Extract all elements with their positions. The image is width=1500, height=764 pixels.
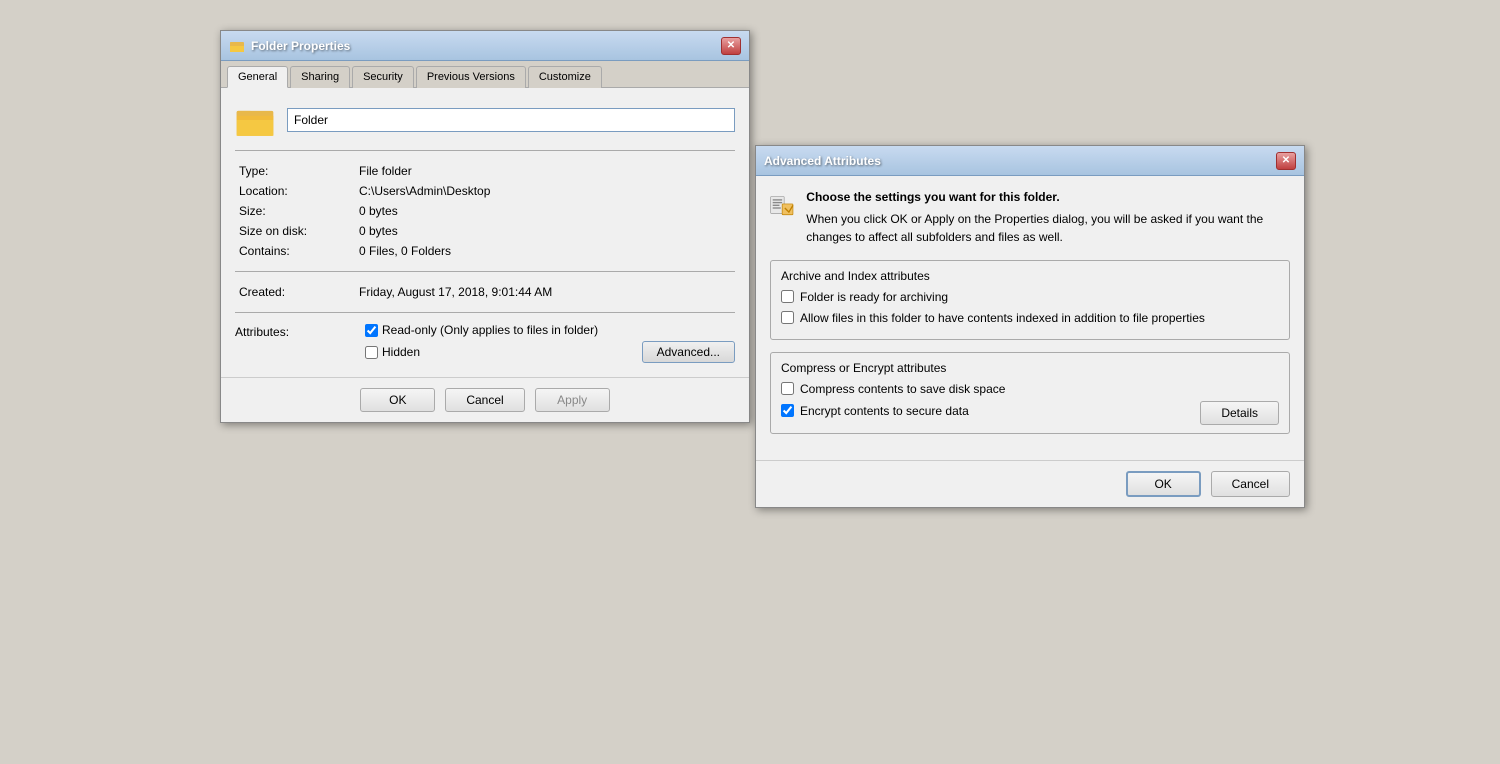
adv-attrs-titlebar: Advanced Attributes ✕ — [756, 146, 1304, 176]
encrypt-details-row: Encrypt contents to secure data Details — [781, 401, 1279, 425]
archiving-checkbox[interactable] — [781, 290, 794, 303]
hidden-advanced-row: Hidden Advanced... — [365, 341, 735, 363]
tab-security[interactable]: Security — [352, 66, 414, 88]
archive-index-section: Archive and Index attributes Folder is r… — [770, 260, 1290, 340]
prop-label-type: Type: — [235, 161, 355, 181]
prop-value-location: C:\Users\Admin\Desktop — [355, 181, 735, 201]
adv-attrs-title: Advanced Attributes — [764, 154, 881, 168]
table-row: Type: File folder — [235, 161, 735, 181]
prop-label-contains: Contains: — [235, 241, 355, 261]
adv-ok-button[interactable]: OK — [1126, 471, 1201, 497]
readonly-row: Read-only (Only applies to files in fold… — [365, 323, 735, 337]
archiving-row: Folder is ready for archiving — [781, 289, 1279, 306]
tab-sharing[interactable]: Sharing — [290, 66, 350, 88]
tab-customize[interactable]: Customize — [528, 66, 602, 88]
tab-bar: General Sharing Security Previous Versio… — [221, 61, 749, 88]
titlebar-left: Folder Properties — [229, 38, 350, 54]
adv-cancel-button[interactable]: Cancel — [1211, 471, 1290, 497]
created-table: Created: Friday, August 17, 2018, 9:01:4… — [235, 282, 735, 302]
folder-props-titlebar: Folder Properties ✕ — [221, 31, 749, 61]
ok-button[interactable]: OK — [360, 388, 435, 412]
adv-attrs-content: Choose the settings you want for this fo… — [756, 176, 1304, 460]
encrypt-label: Encrypt contents to secure data — [800, 403, 969, 420]
table-row: Location: C:\Users\Admin\Desktop — [235, 181, 735, 201]
compress-row: Compress contents to save disk space — [781, 381, 1279, 398]
compress-encrypt-section: Compress or Encrypt attributes Compress … — [770, 352, 1290, 435]
indexing-checkbox[interactable] — [781, 311, 794, 324]
table-row: Size on disk: 0 bytes — [235, 221, 735, 241]
prop-value-sizeondisk: 0 bytes — [355, 221, 735, 241]
indexing-label: Allow files in this folder to have conte… — [800, 310, 1205, 327]
prop-value-contains: 0 Files, 0 Folders — [355, 241, 735, 261]
advanced-attributes-window: Advanced Attributes ✕ Choose the setting… — [755, 145, 1305, 508]
attributes-label: Attributes: — [235, 323, 355, 339]
folder-icon-large — [235, 102, 275, 138]
attributes-controls: Read-only (Only applies to files in fold… — [365, 323, 735, 363]
indexing-row: Allow files in this folder to have conte… — [781, 310, 1279, 327]
adv-description: Choose the settings you want for this fo… — [806, 190, 1290, 246]
readonly-label[interactable]: Read-only (Only applies to files in fold… — [365, 323, 735, 337]
compress-label: Compress contents to save disk space — [800, 381, 1005, 398]
prop-label-sizeondisk: Size on disk: — [235, 221, 355, 241]
readonly-checkbox[interactable] — [365, 324, 378, 337]
folder-props-bottom-buttons: OK Cancel Apply — [221, 377, 749, 422]
divider-3 — [235, 312, 735, 313]
prop-label-location: Location: — [235, 181, 355, 201]
folder-props-close-btn[interactable]: ✕ — [721, 37, 741, 55]
adv-attrs-close-btn[interactable]: ✕ — [1276, 152, 1296, 170]
table-row: Contains: 0 Files, 0 Folders — [235, 241, 735, 261]
adv-desc-body: When you click OK or Apply on the Proper… — [806, 210, 1290, 246]
adv-bottom-buttons: OK Cancel — [756, 460, 1304, 507]
attributes-icon — [770, 190, 794, 226]
hidden-checkbox[interactable] — [365, 346, 378, 359]
folder-properties-window: Folder Properties ✕ General Sharing Secu… — [220, 30, 750, 423]
divider-1 — [235, 150, 735, 151]
adv-desc-title: Choose the settings you want for this fo… — [806, 190, 1290, 204]
folder-name-input[interactable] — [287, 108, 735, 132]
hidden-label[interactable]: Hidden — [365, 345, 420, 359]
properties-table: Type: File folder Location: C:\Users\Adm… — [235, 161, 735, 261]
details-button[interactable]: Details — [1200, 401, 1279, 425]
tab-previous-versions[interactable]: Previous Versions — [416, 66, 526, 88]
prop-value-size: 0 bytes — [355, 201, 735, 221]
prop-label-size: Size: — [235, 201, 355, 221]
readonly-text: Read-only (Only applies to files in fold… — [382, 323, 598, 337]
advanced-button[interactable]: Advanced... — [642, 341, 735, 363]
adv-header: Choose the settings you want for this fo… — [770, 190, 1290, 246]
compress-checkbox[interactable] — [781, 382, 794, 395]
table-row: Created: Friday, August 17, 2018, 9:01:4… — [235, 282, 735, 302]
titlebar-folder-icon — [229, 38, 245, 54]
encrypt-row: Encrypt contents to secure data — [781, 403, 1190, 420]
divider-2 — [235, 271, 735, 272]
apply-button[interactable]: Apply — [535, 388, 610, 412]
encrypt-checkbox[interactable] — [781, 404, 794, 417]
folder-props-title: Folder Properties — [251, 39, 350, 53]
archive-index-title: Archive and Index attributes — [781, 269, 1279, 283]
adv-titlebar-left: Advanced Attributes — [764, 154, 881, 168]
tab-general[interactable]: General — [227, 66, 288, 88]
folder-header — [235, 102, 735, 138]
hidden-text: Hidden — [382, 345, 420, 359]
prop-value-created: Friday, August 17, 2018, 9:01:44 AM — [355, 282, 735, 302]
prop-value-type: File folder — [355, 161, 735, 181]
archiving-label: Folder is ready for archiving — [800, 289, 948, 306]
compress-encrypt-title: Compress or Encrypt attributes — [781, 361, 1279, 375]
table-row: Size: 0 bytes — [235, 201, 735, 221]
cancel-button[interactable]: Cancel — [445, 388, 524, 412]
attributes-row: Attributes: Read-only (Only applies to f… — [235, 323, 735, 363]
folder-props-content: Type: File folder Location: C:\Users\Adm… — [221, 88, 749, 377]
prop-label-created: Created: — [235, 282, 355, 302]
